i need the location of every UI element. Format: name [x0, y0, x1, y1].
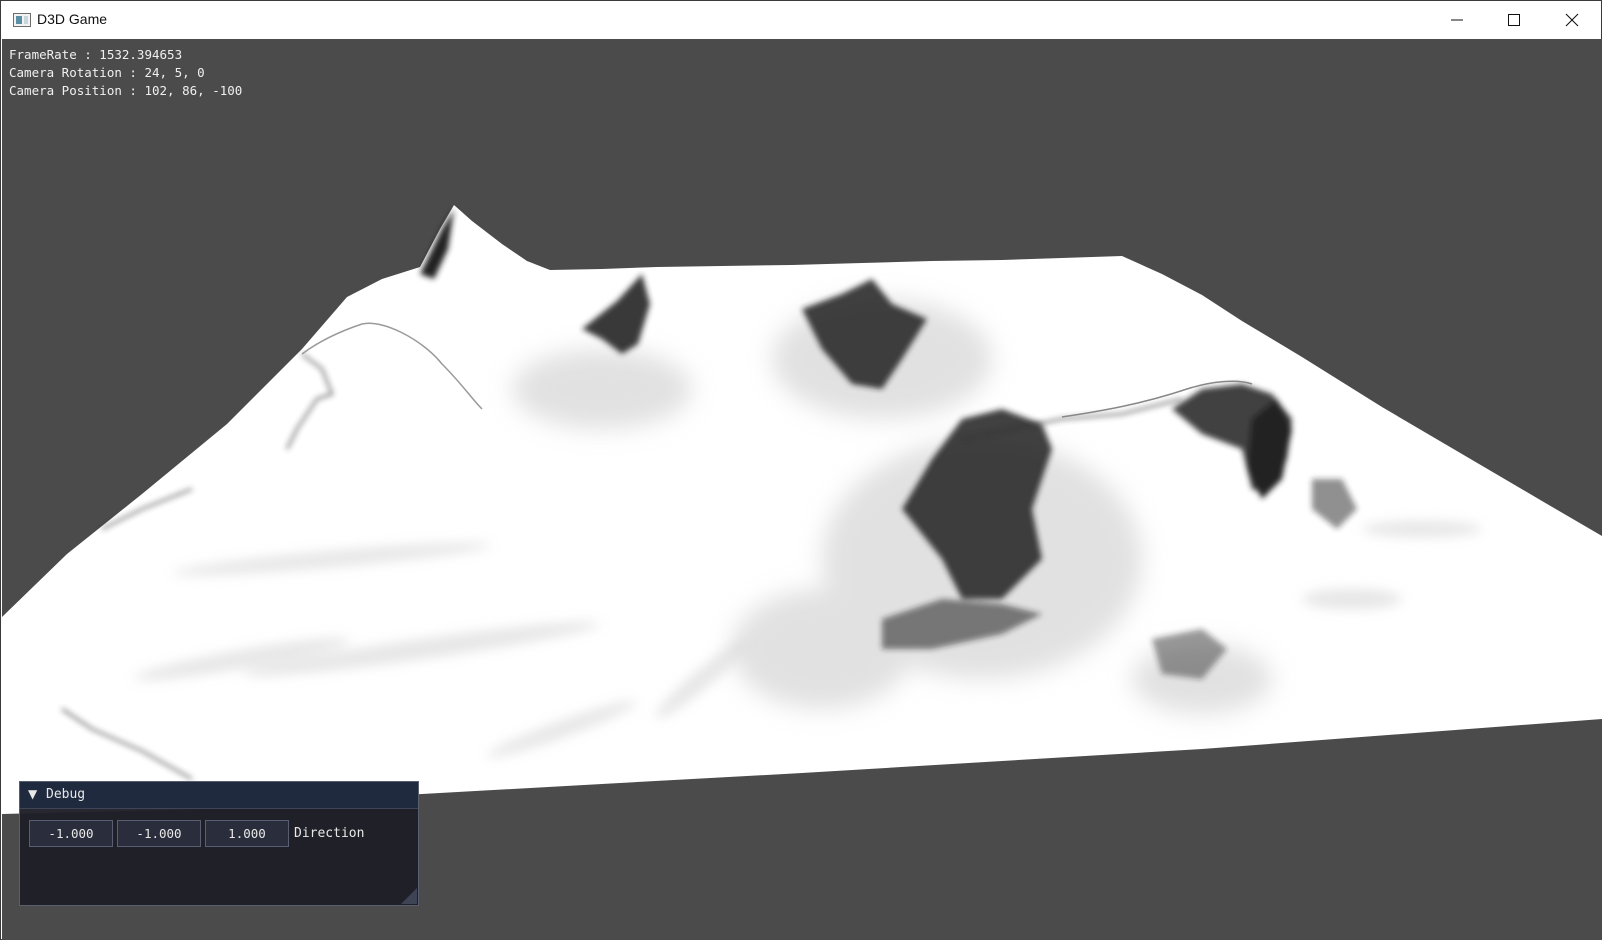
close-button[interactable]: [1543, 1, 1601, 39]
camera-position-readout: Camera Position : 102, 86, -100: [9, 83, 243, 98]
terrain-surface: [2, 205, 1602, 814]
hud-overlay: FrameRate : 1532.394653 Camera Rotation :…: [9, 46, 242, 100]
maximize-icon: [1508, 14, 1520, 26]
window-app-icon: [13, 13, 31, 27]
title-bar[interactable]: D3D Game: [1, 1, 1601, 39]
direction-y-input[interactable]: -1.000: [117, 820, 201, 847]
direction-label: Direction: [294, 826, 365, 841]
direction-x-input[interactable]: -1.000: [29, 820, 113, 847]
resize-grip[interactable]: [401, 888, 417, 904]
framerate-readout: FrameRate : 1532.394653: [9, 47, 183, 62]
game-viewport[interactable]: FrameRate : 1532.394653 Camera Rotation :…: [2, 39, 1602, 940]
minimize-button[interactable]: [1428, 1, 1486, 39]
app-window: D3D Game FrameRate: 1532.394653 Camera …: [0, 0, 1602, 940]
debug-panel-header[interactable]: ▼ Debug: [20, 782, 418, 809]
triangle-down-icon[interactable]: ▼: [28, 787, 37, 801]
window-title: D3D Game: [37, 11, 108, 27]
close-icon: [1565, 13, 1579, 27]
debug-panel-title: Debug: [46, 787, 86, 802]
maximize-button[interactable]: [1485, 1, 1543, 39]
debug-panel[interactable]: ▼ Debug -1.000 -1.000 1.000 Direction: [19, 781, 419, 906]
direction-z-input[interactable]: 1.000: [205, 820, 289, 847]
camera-rotation-readout: Camera Rotation : 24, 5, 0: [9, 65, 205, 80]
minimize-icon: [1451, 19, 1463, 21]
